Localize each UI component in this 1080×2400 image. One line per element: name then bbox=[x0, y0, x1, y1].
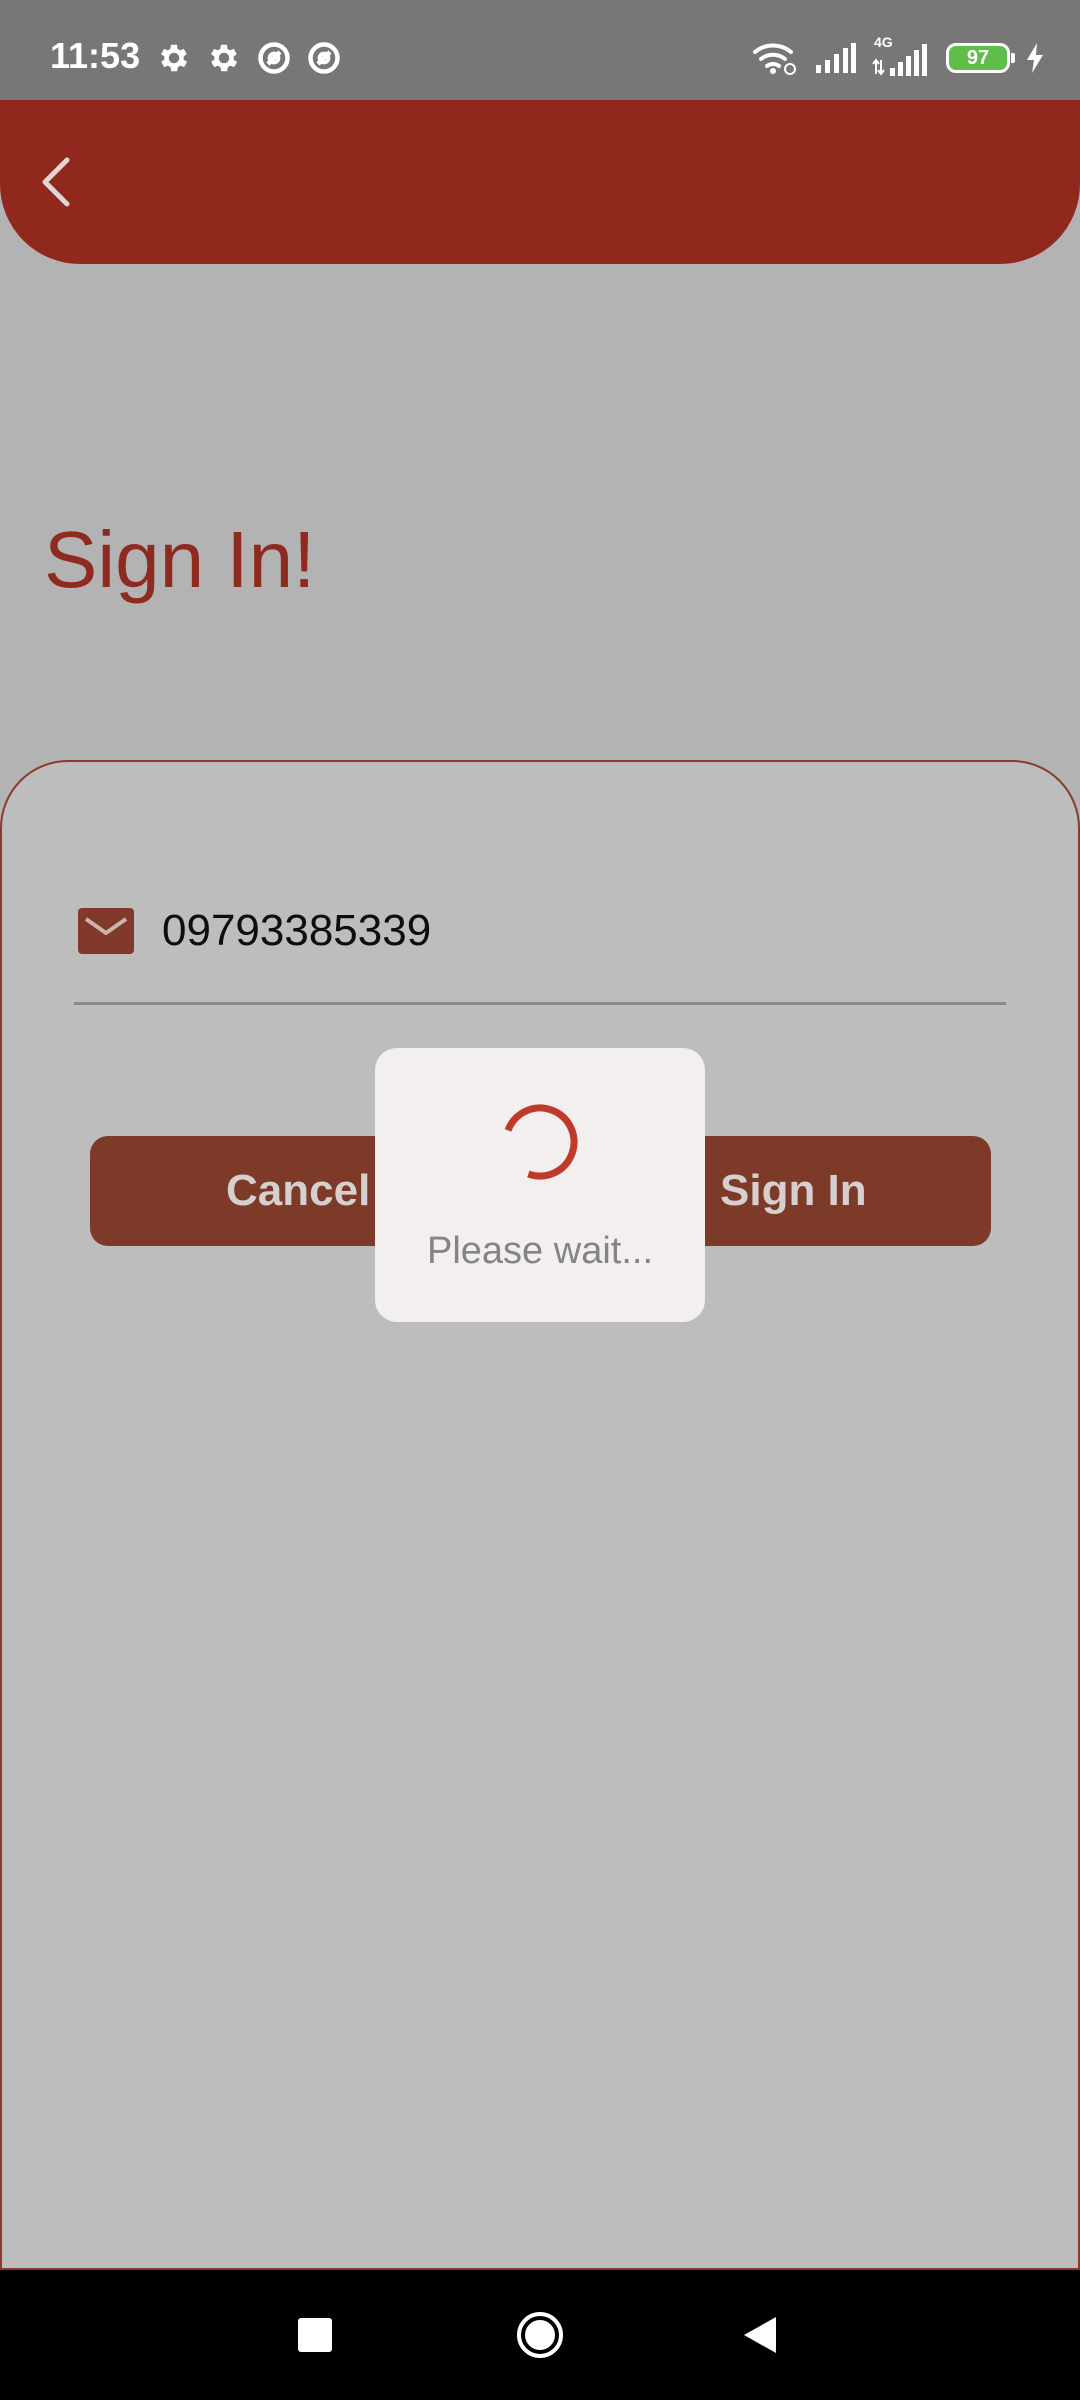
status-system-icons: 4G 97 bbox=[752, 34, 1044, 76]
mail-icon bbox=[78, 908, 134, 954]
signal-icon bbox=[816, 43, 856, 73]
sign-in-card bbox=[0, 760, 1080, 2270]
status-time: 11:53 bbox=[50, 35, 141, 76]
app-header bbox=[0, 100, 1080, 264]
system-nav-bar bbox=[0, 2270, 1080, 2400]
cancel-button-label: Cancel bbox=[226, 1166, 371, 1215]
home-icon bbox=[517, 2312, 563, 2358]
battery-level: 97 bbox=[966, 46, 990, 69]
wifi-icon bbox=[753, 43, 796, 75]
chevron-left-icon bbox=[42, 157, 70, 207]
sync-icon bbox=[308, 42, 340, 74]
recents-icon bbox=[298, 2318, 332, 2352]
page-title: Sign In! bbox=[44, 515, 316, 604]
phone-field-underline bbox=[74, 1002, 1006, 1005]
battery-icon: 97 bbox=[946, 43, 1015, 73]
recents-button[interactable] bbox=[280, 2300, 350, 2370]
status-notification-icons bbox=[156, 40, 342, 76]
home-button[interactable] bbox=[505, 2300, 575, 2370]
phone-field-value[interactable]: 09793385339 bbox=[162, 909, 431, 953]
gear-icon bbox=[211, 44, 238, 72]
back-nav-button[interactable] bbox=[725, 2300, 795, 2370]
loading-dialog: Please wait... bbox=[375, 1048, 705, 1322]
back-button[interactable] bbox=[26, 150, 86, 214]
sign-in-button-label: Sign In bbox=[720, 1166, 867, 1215]
spinner-icon bbox=[504, 1104, 578, 1180]
back-icon bbox=[744, 2317, 776, 2353]
status-bar: 11:53 4G 97 bbox=[0, 0, 1080, 100]
phone-field[interactable]: 09793385339 bbox=[78, 908, 431, 954]
signal-4g-icon: 4G bbox=[872, 34, 930, 76]
loading-message: Please wait... bbox=[427, 1230, 653, 1272]
charging-icon bbox=[1027, 43, 1043, 73]
sync-icon bbox=[258, 42, 290, 74]
gear-icon bbox=[161, 44, 188, 72]
